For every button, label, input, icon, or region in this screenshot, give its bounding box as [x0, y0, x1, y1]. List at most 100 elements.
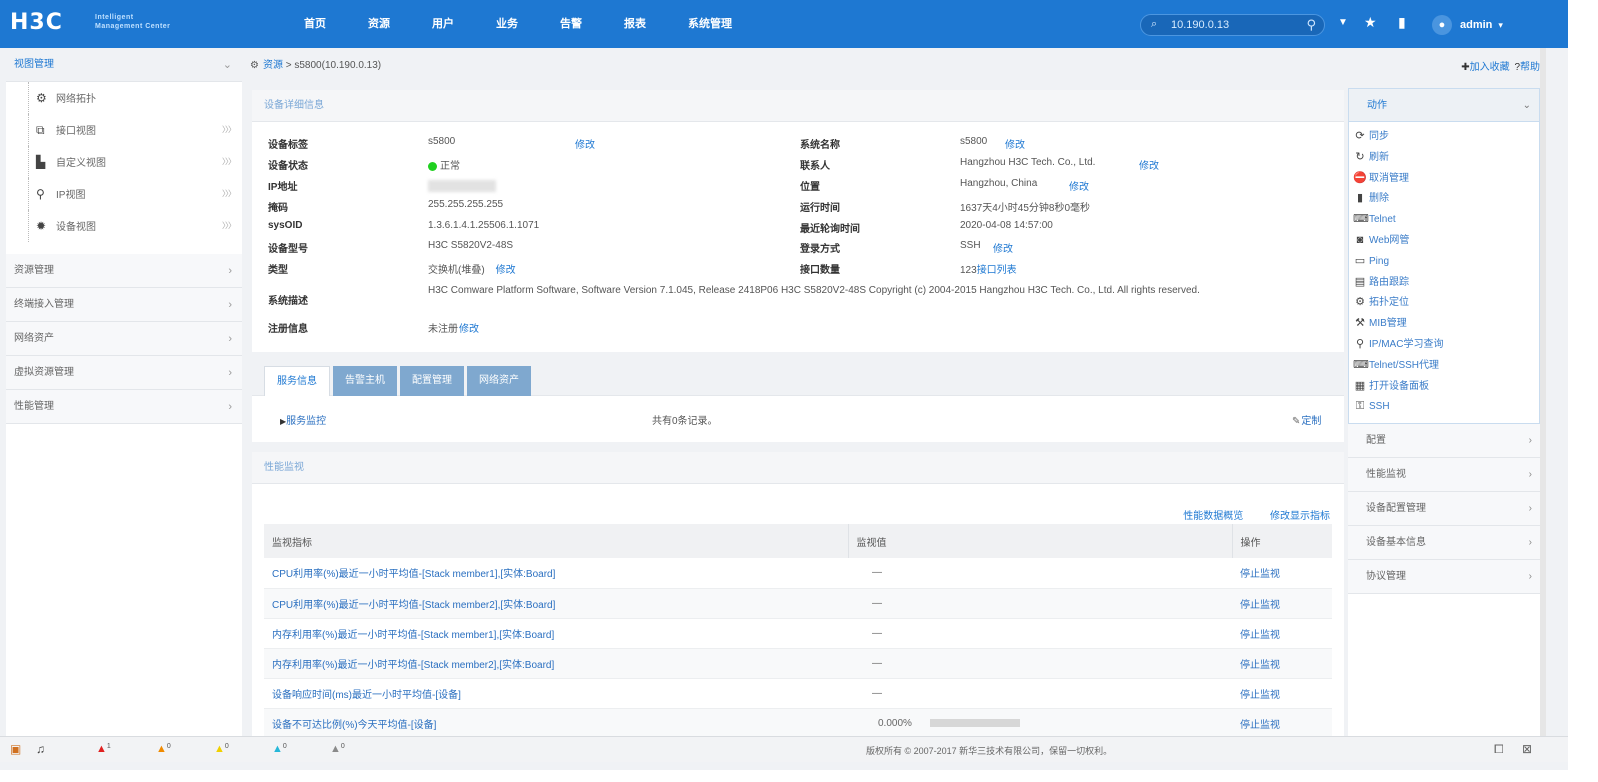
nav-system[interactable]: 系统管理	[674, 0, 746, 48]
action-ping[interactable]: ▭ Ping	[1353, 251, 1539, 272]
nav-alarm[interactable]: 告警	[546, 0, 596, 48]
alarm-level-2[interactable]: ▲0	[156, 743, 171, 755]
action-group[interactable]: 设备基本信息 ›	[1348, 526, 1540, 561]
search-input[interactable]	[1171, 17, 1301, 33]
add-favorite-link[interactable]: 加入收藏	[1470, 62, 1510, 73]
sidebar-group-resource[interactable]: 资源管理 ›	[6, 254, 242, 288]
action-proxy[interactable]: ⌨Telnet/SSH代理	[1353, 355, 1539, 376]
action-group[interactable]: 性能监视 ›	[1348, 458, 1540, 493]
edit-icon[interactable]: ✎	[1292, 416, 1300, 427]
search-dropdown-icon[interactable]: ▼	[1338, 17, 1348, 28]
sidebar-group-terminal-access[interactable]: 终端接入管理 ›	[6, 288, 242, 322]
user-menu[interactable]: ● admin ▾	[1432, 14, 1503, 36]
stop-monitor-link[interactable]: 停止监视	[1240, 600, 1280, 611]
column-header-value[interactable]: 监视值	[848, 524, 1233, 558]
tab-alarm-host[interactable]: 告警主机	[333, 366, 397, 396]
alarm-level-5[interactable]: ▲0	[330, 743, 345, 755]
alarm-panel-icon[interactable]: ▣	[10, 742, 21, 756]
nav-user[interactable]: 用户	[418, 0, 468, 48]
sidebar-group-virtual-resource[interactable]: 虚拟资源管理 ›	[6, 356, 242, 390]
modify-link[interactable]: 修改	[992, 240, 1013, 255]
favorite-icon[interactable]: ✚	[1461, 62, 1469, 73]
column-header-action[interactable]: 操作	[1232, 524, 1332, 558]
metric-link[interactable]: CPU利用率(%)最近一小时平均值-[Stack member1],[实体:Bo…	[272, 569, 555, 580]
action-topology[interactable]: ⚙ 拓扑定位	[1353, 292, 1539, 313]
modify-link[interactable]: 修改	[495, 265, 516, 276]
chevron-down-icon: ⌄	[222, 59, 232, 71]
alarm-level-4[interactable]: ▲0	[272, 743, 287, 755]
nav-home[interactable]: 首页	[290, 0, 340, 48]
action-refresh[interactable]: ↻ 刷新	[1353, 147, 1539, 168]
expand-more-icon[interactable]: 〉〉〉	[222, 210, 236, 242]
sidebar-group-network-asset[interactable]: 网络资产 ›	[6, 322, 242, 356]
sidebar-group-performance[interactable]: 性能管理 ›	[6, 390, 242, 424]
stop-monitor-link[interactable]: 停止监视	[1240, 660, 1280, 671]
modify-metrics-link[interactable]: 修改显示指标	[1270, 511, 1330, 522]
customize-link[interactable]: 定制	[1301, 416, 1321, 427]
metric-link[interactable]: 内存利用率(%)最近一小时平均值-[Stack member2],[实体:Boa…	[272, 660, 554, 671]
service-monitor-link[interactable]: 服务监控	[286, 416, 326, 427]
window-restore-icon[interactable]: ⧠	[1494, 742, 1504, 757]
field-label: 位置	[800, 182, 820, 193]
interface-list-link[interactable]: 接口列表	[977, 265, 1017, 276]
action-group[interactable]: 设备配置管理 ›	[1348, 492, 1540, 527]
sidebar-item-topology[interactable]: ⚙ 网络拓扑	[6, 82, 242, 114]
metric-link[interactable]: CPU利用率(%)最近一小时平均值-[Stack member2],[实体:Bo…	[272, 600, 555, 611]
tab-network-asset[interactable]: 网络资产	[467, 366, 531, 396]
action-mib[interactable]: ⚒ MIB管理	[1353, 313, 1539, 334]
sidebar-group-view[interactable]: 视图管理 ⌄	[6, 48, 242, 82]
bookmark-icon[interactable]: ▮	[1398, 14, 1406, 31]
action-unmanage[interactable]: ⛔ 取消管理	[1353, 168, 1539, 189]
modify-link[interactable]: 修改	[1068, 178, 1089, 193]
gear-icon: ⚙	[36, 91, 47, 105]
nav-service[interactable]: 业务	[482, 0, 532, 48]
nav-resource[interactable]: 资源	[354, 0, 404, 48]
modify-link[interactable]: 修改	[574, 136, 595, 151]
modify-link[interactable]: 修改	[1004, 136, 1025, 151]
column-header-metric[interactable]: 监视指标	[264, 524, 849, 558]
performance-overview-link[interactable]: 性能数据概览	[1183, 511, 1243, 522]
action-delete[interactable]: ▮ 删除	[1353, 188, 1539, 209]
action-telnet[interactable]: ⌨Telnet	[1353, 209, 1539, 230]
action-ssh[interactable]: ⚿ SSH	[1353, 396, 1539, 417]
expand-more-icon[interactable]: 〉〉〉	[222, 146, 236, 178]
metric-value: —	[872, 597, 882, 609]
action-sync[interactable]: ⟳ 同步	[1353, 126, 1539, 147]
search-icon[interactable]: ⚲	[1306, 17, 1316, 33]
metric-link[interactable]: 设备响应时间(ms)最近一小时平均值-[设备]	[272, 690, 461, 701]
sidebar-item-custom-view[interactable]: ▙ 自定义视图 〉〉〉	[6, 146, 242, 178]
action-panel[interactable]: ▦ 打开设备面板	[1353, 376, 1539, 397]
sidebar-item-label: 网络拓扑	[56, 94, 96, 105]
metric-link[interactable]: 设备不可达比例(%)今天平均值-[设备]	[272, 720, 436, 731]
stop-monitor-link[interactable]: 停止监视	[1240, 720, 1280, 731]
tab-service-info[interactable]: 服务信息	[264, 366, 330, 396]
help-link[interactable]: 帮助	[1520, 62, 1540, 73]
expand-more-icon[interactable]: 〉〉〉	[222, 114, 236, 146]
search-scope-icon[interactable]: ⌕	[1151, 18, 1157, 31]
sound-icon[interactable]: ♫	[36, 742, 45, 756]
action-web[interactable]: ◙ Web网管	[1353, 230, 1539, 251]
expand-more-icon[interactable]: 〉〉〉	[222, 178, 236, 210]
action-ip-mac[interactable]: ⚲ IP/MAC学习查询	[1353, 334, 1539, 355]
sidebar-item-interface-view[interactable]: ⧉ 接口视图 〉〉〉	[6, 114, 242, 146]
sidebar-item-ip-view[interactable]: ⚲ IP视图 〉〉〉	[6, 178, 242, 210]
alarm-level-1[interactable]: ▲1	[96, 743, 111, 755]
modify-link[interactable]: 修改	[458, 324, 479, 335]
action-traceroute[interactable]: ▤ 路由跟踪	[1353, 272, 1539, 293]
tab-config-management[interactable]: 配置管理	[400, 366, 464, 396]
stop-monitor-link[interactable]: 停止监视	[1240, 630, 1280, 641]
actions-header[interactable]: 动作 ⌄	[1348, 88, 1540, 122]
alarm-level-3[interactable]: ▲0	[214, 743, 229, 755]
stop-monitor-link[interactable]: 停止监视	[1240, 690, 1280, 701]
metric-link[interactable]: 内存利用率(%)最近一小时平均值-[Stack member1],[实体:Boa…	[272, 630, 554, 641]
window-close-icon[interactable]: ⊠	[1522, 742, 1532, 756]
breadcrumb-root[interactable]: 资源	[263, 60, 283, 71]
sidebar-item-device-view[interactable]: ✹ 设备视图 〉〉〉	[6, 210, 242, 242]
star-icon[interactable]: ★	[1364, 14, 1377, 31]
scrollbar[interactable]	[1540, 48, 1546, 736]
action-group[interactable]: 协议管理 ›	[1348, 560, 1540, 595]
stop-monitor-link[interactable]: 停止监视	[1240, 569, 1280, 580]
action-group[interactable]: 配置 ›	[1348, 424, 1540, 459]
nav-report[interactable]: 报表	[610, 0, 660, 48]
modify-link[interactable]: 修改	[1138, 157, 1159, 172]
